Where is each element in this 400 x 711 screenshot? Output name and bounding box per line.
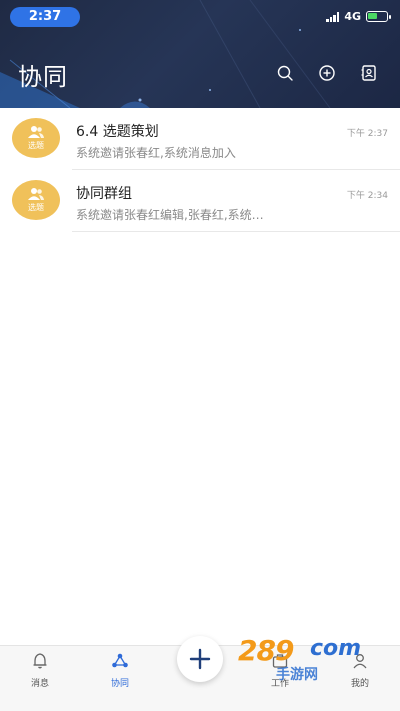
network-type: 4G	[344, 10, 361, 23]
signal-icon	[326, 11, 340, 22]
conversation-preview: 系统邀请张春红编辑,张春红,系统…	[76, 208, 264, 222]
conversation-item[interactable]: 选题 协同群组 系统邀请张春红编辑,张春红,系统… 下午 2:34	[0, 170, 400, 232]
watermark: 289 com 手游网	[232, 630, 382, 690]
group-icon	[28, 126, 44, 138]
page-title: 协同	[18, 63, 68, 91]
avatar: 选题	[12, 118, 60, 158]
conversation-preview: 系统邀请张春红,系统消息加入	[76, 146, 236, 160]
watermark-domain: com	[310, 636, 362, 661]
contacts-icon[interactable]	[360, 64, 378, 82]
conversation-title: 协同群组	[76, 186, 132, 202]
status-time: 2:37	[10, 7, 80, 27]
tab-collaboration[interactable]: 协同	[90, 652, 150, 689]
watermark-text: 手游网	[276, 667, 318, 683]
tab-messages[interactable]: 消息	[10, 652, 70, 689]
conversation-time: 下午 2:37	[346, 129, 388, 139]
conversation-list: 选题 6.4 选题策划 系统邀请张春红,系统消息加入 下午 2:37 选题 协同…	[0, 108, 400, 232]
search-icon[interactable]	[276, 64, 294, 82]
header-actions	[276, 64, 378, 82]
app-header: 2:37 4G 协同	[0, 0, 400, 108]
collaboration-icon	[112, 653, 128, 668]
battery-icon	[366, 11, 391, 22]
bell-icon	[33, 653, 47, 669]
add-circle-icon[interactable]	[318, 64, 336, 82]
status-indicators: 4G	[326, 10, 391, 23]
divider	[72, 231, 400, 232]
avatar-label: 选题	[28, 141, 44, 150]
add-button[interactable]	[177, 636, 223, 682]
group-icon	[28, 188, 44, 200]
tab-label: 协同	[110, 679, 129, 689]
plus-icon	[189, 648, 211, 670]
tab-label: 消息	[30, 679, 49, 689]
conversation-item[interactable]: 选题 6.4 选题策划 系统邀请张春红,系统消息加入 下午 2:37	[0, 108, 400, 170]
avatar-label: 选题	[28, 203, 44, 212]
conversation-title: 6.4 选题策划	[76, 124, 159, 140]
watermark-number: 289	[238, 634, 294, 667]
avatar: 选题	[12, 180, 60, 220]
conversation-time: 下午 2:34	[346, 191, 388, 201]
